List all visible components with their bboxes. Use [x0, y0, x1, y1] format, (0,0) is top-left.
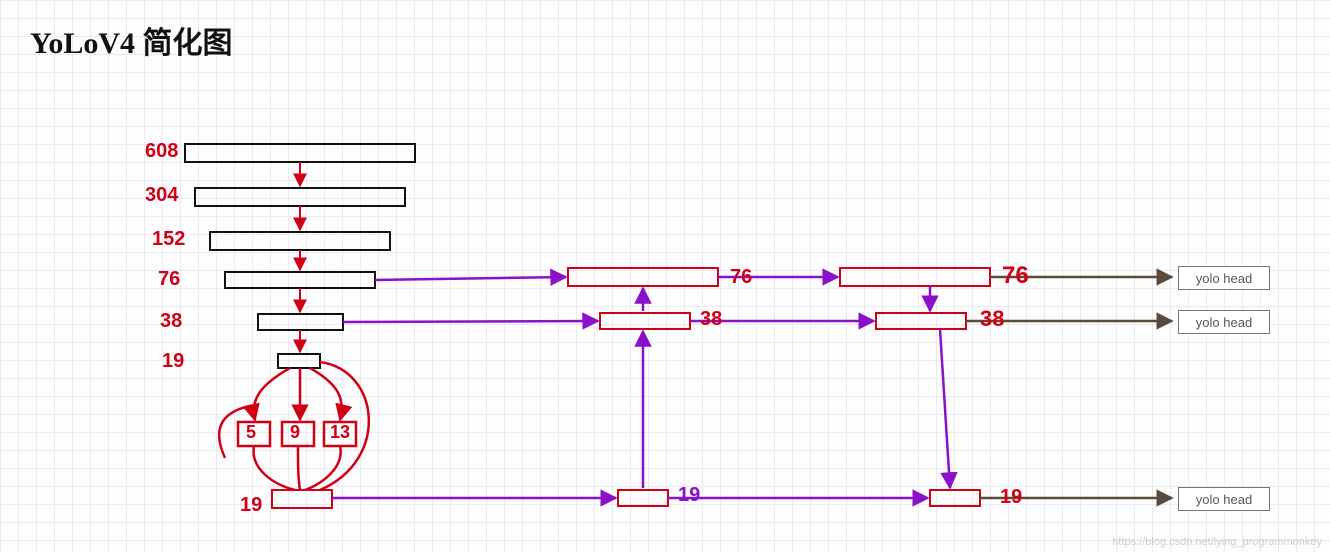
c2-38: [876, 313, 966, 329]
bb-label-38: 38: [160, 310, 182, 333]
bb-19: [278, 354, 320, 368]
diagram-canvas: [0, 0, 1330, 552]
watermark: https://blog.csdn.net/lying_programmonke…: [1112, 536, 1322, 548]
c2-top-label: 76: [1002, 262, 1029, 290]
c1-76: [568, 268, 718, 286]
bb-76: [225, 272, 375, 288]
bb-304: [195, 188, 405, 206]
c1-19: [618, 490, 668, 506]
c2-19: [930, 490, 980, 506]
bb-608: [185, 144, 415, 162]
c1-mid-label: 38: [700, 308, 722, 331]
spp-k5: 5: [246, 422, 256, 443]
spp-k9: 9: [290, 422, 300, 443]
bb-label-608: 608: [145, 140, 178, 163]
bb-label-19: 19: [162, 350, 184, 373]
c2-mid-label: 38: [980, 306, 1004, 332]
bb-label-76: 76: [158, 268, 180, 291]
yolo-head-1: yolo head: [1178, 266, 1270, 290]
c1-38: [600, 313, 690, 329]
c2-76: [840, 268, 990, 286]
bb-label-152: 152: [152, 228, 185, 251]
yolo-head-3: yolo head: [1178, 487, 1270, 511]
spp-out: [272, 490, 332, 508]
bb-152: [210, 232, 390, 250]
bb-label-304: 304: [145, 184, 178, 207]
spp-out-label: 19: [240, 494, 262, 517]
yolo-head-2: yolo head: [1178, 310, 1270, 334]
spp-k13: 13: [330, 422, 350, 443]
c1-top-label: 76: [730, 266, 752, 289]
c2-bot-label: 19: [1000, 486, 1022, 509]
bb-38: [258, 314, 343, 330]
c1-bot-label: 19: [678, 484, 700, 507]
